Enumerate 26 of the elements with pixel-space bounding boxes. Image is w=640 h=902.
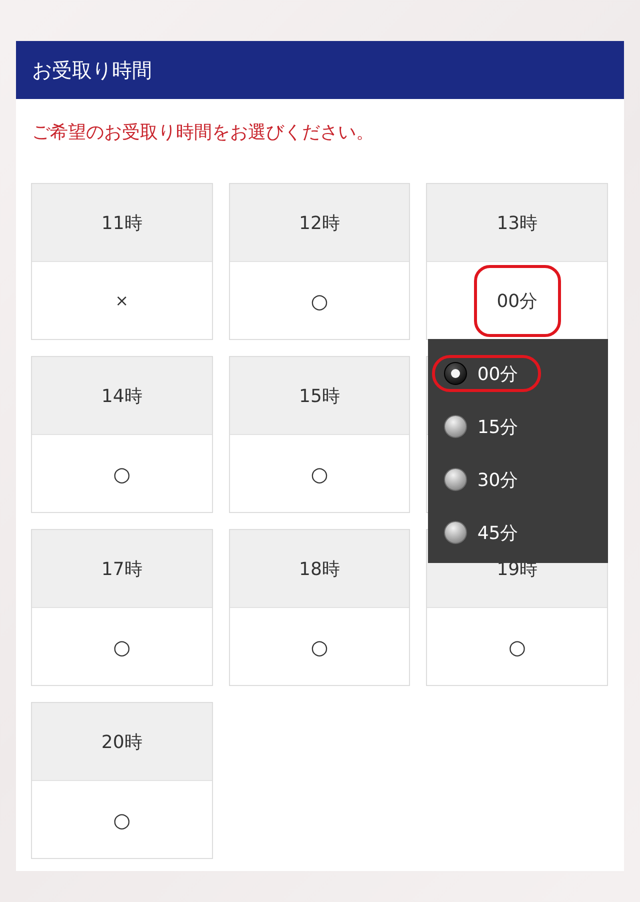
hour-header: 13時 — [427, 184, 607, 262]
hour-header: 15時 — [230, 357, 410, 435]
radio-icon[interactable] — [444, 362, 468, 385]
availability-cell[interactable]: ○ — [32, 781, 212, 858]
availability-cell[interactable]: ○ — [427, 608, 607, 685]
minute-option[interactable]: 30分 — [432, 461, 542, 498]
radio-icon[interactable] — [444, 415, 468, 438]
hour-header: 17時 — [32, 530, 212, 608]
section-title: お受取り時間 — [16, 41, 624, 99]
minute-select[interactable]: 00分 — [474, 264, 561, 336]
minute-option[interactable]: 00分 — [432, 355, 542, 392]
hour-header: 18時 — [230, 530, 410, 608]
hour-header: 14時 — [32, 357, 212, 435]
minute-option[interactable]: 15分 — [432, 408, 542, 445]
hour-header: 11時 — [32, 184, 212, 262]
availability-cell[interactable]: ○ — [230, 262, 410, 339]
availability-cell[interactable]: ○ — [32, 435, 212, 512]
radio-icon[interactable] — [444, 468, 468, 491]
hour-header: 12時 — [230, 184, 410, 262]
availability-cell-text: × — [114, 290, 130, 312]
availability-cell[interactable]: ○ — [230, 435, 410, 512]
hour-header: 20時 — [32, 703, 212, 781]
radio-icon[interactable] — [444, 521, 468, 544]
instruction-text: ご希望のお受取り時間をお選びください。 — [31, 121, 375, 145]
availability-cell[interactable]: ○ — [230, 608, 410, 685]
availability-cell[interactable]: ○ — [32, 608, 212, 685]
